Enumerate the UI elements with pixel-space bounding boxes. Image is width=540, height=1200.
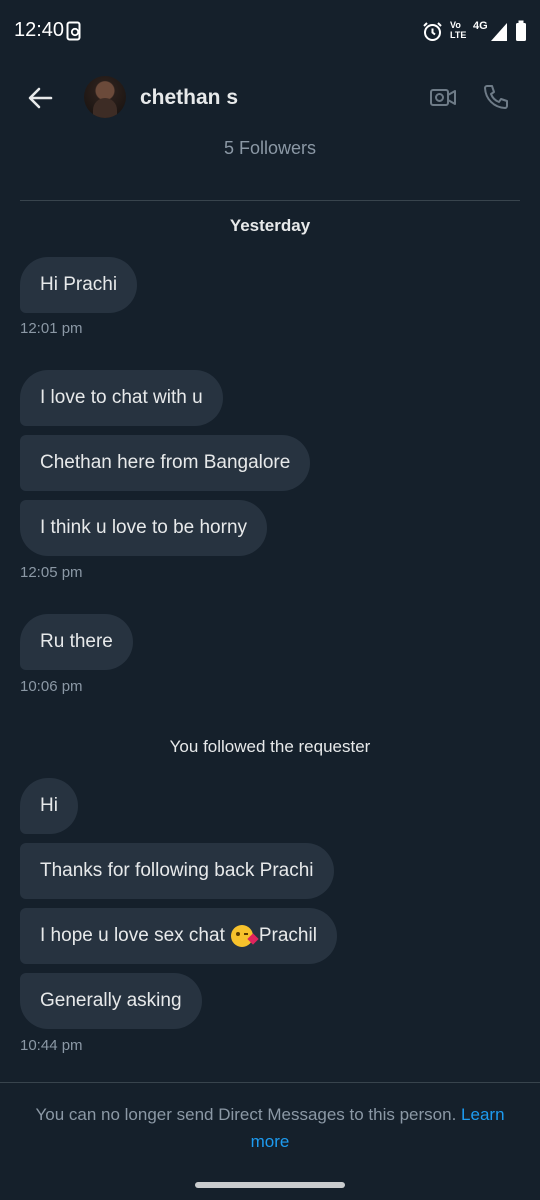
phone-call-icon [484, 85, 508, 109]
contact-name[interactable]: chethan s [140, 86, 238, 110]
phone-call-button[interactable] [481, 82, 511, 117]
message-bubble-with-emoji[interactable]: I hope u love sex chat Prachil [20, 908, 337, 964]
home-indicator[interactable] [195, 1182, 345, 1188]
message-text: I hope u love sex chat [40, 925, 225, 946]
message-bubble[interactable]: Ru there [20, 614, 133, 670]
back-arrow-icon [28, 87, 53, 109]
header-divider [20, 200, 520, 201]
alarm-icon [422, 21, 443, 47]
dm-blocked-notice: You can no longer send Direct Messages t… [20, 1101, 520, 1155]
followers-count[interactable]: 5 Followers [0, 138, 540, 159]
footer-divider [0, 1082, 540, 1083]
video-call-icon [430, 89, 456, 106]
message-bubble[interactable]: I love to chat with u [20, 370, 223, 426]
message-timestamp: 10:06 pm [20, 678, 83, 695]
back-button[interactable] [22, 80, 58, 116]
battery-icon [515, 20, 527, 47]
message-bubble[interactable]: Hi [20, 778, 78, 834]
kiss-emoji-icon [230, 925, 259, 947]
message-timestamp: 12:05 pm [20, 564, 83, 581]
message-bubble[interactable]: Chethan here from Bangalore [20, 435, 311, 491]
dm-screen: 12:40 Vo LTE 4G chethan s 5 Followers Ye… [0, 0, 540, 1200]
volte-icon: Vo LTE [450, 20, 467, 40]
network-type: 4G [473, 20, 488, 32]
message-timestamp: 12:01 pm [20, 320, 83, 337]
system-note: You followed the requester [169, 737, 371, 756]
learn-more-link-part1[interactable]: Learn [461, 1105, 504, 1124]
message-bubble[interactable]: Thanks for following back Prachi [20, 843, 334, 899]
video-call-button[interactable] [428, 82, 458, 117]
signal-icon [490, 22, 508, 47]
message-bubble[interactable]: Generally asking [20, 973, 202, 1029]
screen-record-icon [66, 21, 82, 46]
message-text-suffix: Prachil [258, 925, 317, 946]
status-time: 12:40 [14, 19, 65, 41]
date-separator: Yesterday [229, 216, 311, 235]
avatar[interactable] [84, 76, 126, 118]
learn-more-link-part2[interactable]: more [251, 1132, 290, 1151]
message-bubble[interactable]: Hi Prachi [20, 257, 138, 313]
notice-text: You can no longer send Direct Messages t… [35, 1105, 457, 1124]
message-bubble[interactable]: I think u love to be horny [20, 500, 268, 556]
message-timestamp: 10:44 pm [20, 1037, 83, 1054]
status-bar: 12:40 Vo LTE 4G [0, 0, 540, 62]
